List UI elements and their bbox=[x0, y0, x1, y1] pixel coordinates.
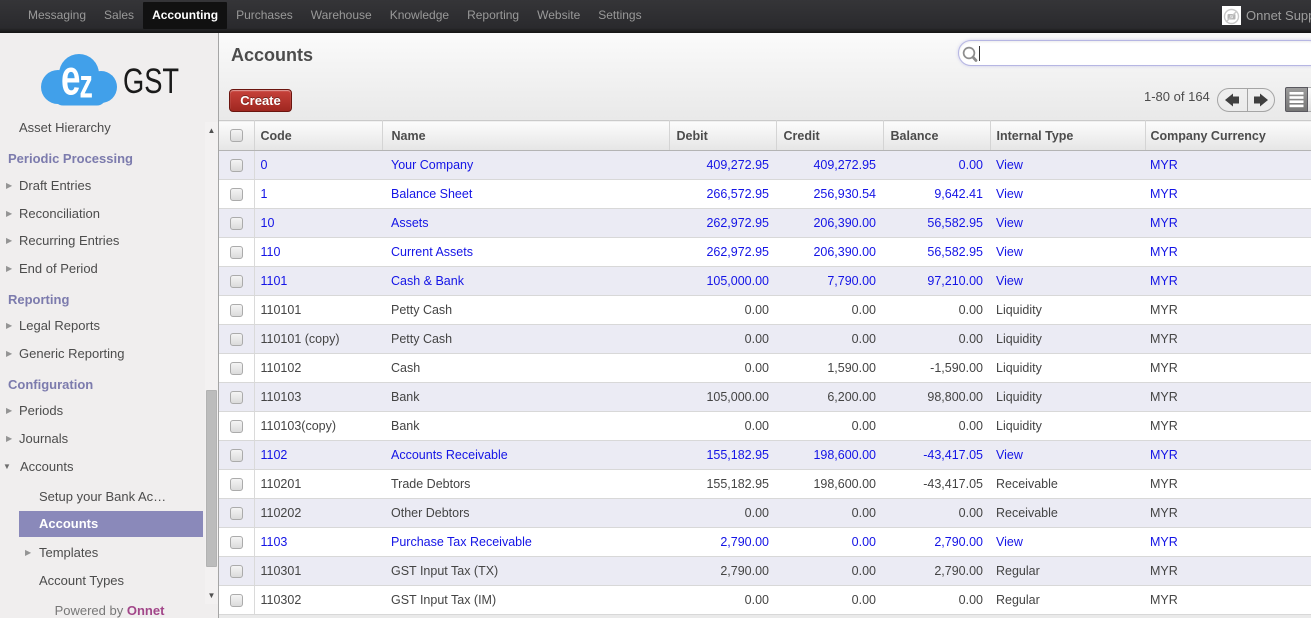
svg-text:GST: GST bbox=[123, 62, 179, 101]
svg-text:z: z bbox=[80, 62, 93, 107]
svg-text:e: e bbox=[61, 51, 80, 106]
